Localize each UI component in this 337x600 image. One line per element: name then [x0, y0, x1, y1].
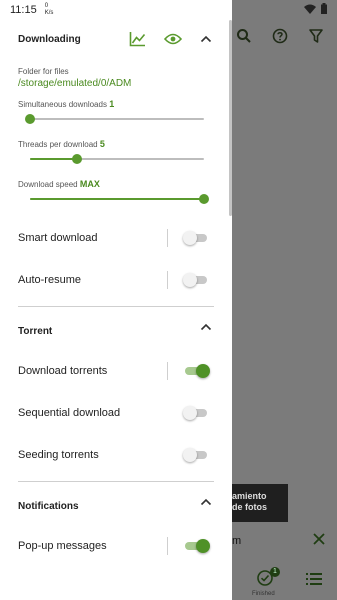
- download-speed-slider[interactable]: [30, 189, 209, 209]
- list-icon[interactable]: [306, 572, 322, 586]
- filter-icon[interactable]: [308, 28, 324, 44]
- row-separator: [167, 537, 168, 555]
- search-icon[interactable]: [236, 28, 252, 44]
- download-torrents-label: Download torrents: [18, 365, 108, 377]
- chevron-up-icon[interactable]: [200, 323, 212, 331]
- download-speed-value: MAX: [79, 179, 100, 189]
- slider-fill: [30, 158, 77, 160]
- slider-thumb[interactable]: [25, 114, 35, 124]
- popup-messages-row[interactable]: Pop-up messages: [0, 525, 232, 567]
- auto-resume-switch[interactable]: [183, 273, 211, 287]
- smart-download-row[interactable]: Smart download: [0, 217, 232, 259]
- settings-drawer: Downloading Folder for files /storage/em…: [0, 0, 232, 600]
- close-icon[interactable]: [312, 532, 326, 546]
- ad-banner[interactable]: amiento de fotos: [230, 484, 288, 522]
- simultaneous-downloads-slider[interactable]: [25, 109, 204, 129]
- threads-per-download-text: Threads per download: [18, 140, 98, 149]
- chart-icon[interactable]: [129, 31, 146, 47]
- slider-thumb[interactable]: [199, 194, 209, 204]
- row-separator: [167, 229, 168, 247]
- seeding-torrents-row[interactable]: Seeding torrents: [0, 434, 232, 476]
- simultaneous-downloads-value: 1: [109, 99, 115, 109]
- download-torrents-row[interactable]: Download torrents: [0, 350, 232, 392]
- download-torrents-switch[interactable]: [183, 364, 211, 378]
- section-divider: [18, 481, 214, 482]
- status-icons: [304, 3, 327, 14]
- section-title-notifications: Notifications: [18, 500, 79, 512]
- threads-per-download-slider[interactable]: [30, 149, 204, 169]
- drawer-scrollbar[interactable]: [229, 20, 232, 216]
- folder-path[interactable]: /storage/emulated/0/ADM: [0, 78, 232, 89]
- section-title-torrent: Torrent: [18, 325, 53, 337]
- help-icon[interactable]: [272, 28, 288, 44]
- slider-track: [30, 118, 204, 120]
- status-bar: 11:15 0 K/s: [0, 0, 337, 20]
- eye-icon[interactable]: [164, 33, 182, 45]
- section-title-downloading: Downloading: [18, 33, 81, 45]
- row-separator: [167, 362, 168, 380]
- wifi-icon: [304, 4, 316, 14]
- threads-per-download-label: Threads per download 5: [0, 139, 232, 149]
- downloading-section-header[interactable]: Downloading: [0, 20, 232, 58]
- seeding-torrents-label: Seeding torrents: [18, 449, 99, 461]
- section-divider: [18, 306, 214, 307]
- smart-download-switch[interactable]: [183, 231, 211, 245]
- slider-fill: [30, 198, 204, 200]
- battery-icon: [321, 3, 327, 14]
- background-toolbar: [236, 28, 324, 44]
- bottom-navigation: 1 Finished: [232, 565, 337, 600]
- sequential-download-switch[interactable]: [183, 406, 211, 420]
- seeding-torrents-switch[interactable]: [183, 448, 211, 462]
- sequential-download-row[interactable]: Sequential download: [0, 392, 232, 434]
- torrent-section-header[interactable]: Torrent: [0, 312, 232, 350]
- net-speed: 0 K/s: [44, 3, 54, 16]
- finished-badge: 1: [270, 567, 280, 577]
- smart-download-label: Smart download: [18, 232, 98, 244]
- popup-messages-switch[interactable]: [183, 539, 211, 553]
- chevron-up-icon[interactable]: [200, 498, 212, 506]
- popup-messages-label: Pop-up messages: [18, 540, 107, 552]
- download-speed-label: Download speed MAX: [0, 179, 232, 189]
- status-time: 11:15: [10, 4, 37, 16]
- threads-per-download-value: 5: [99, 139, 105, 149]
- simultaneous-downloads-label: Simultaneous downloads 1: [0, 99, 232, 109]
- chevron-up-icon[interactable]: [200, 35, 212, 43]
- row-separator: [167, 271, 168, 289]
- finished-label: Finished: [252, 591, 275, 597]
- sequential-download-label: Sequential download: [18, 407, 121, 419]
- simultaneous-downloads-text: Simultaneous downloads: [18, 100, 107, 109]
- notifications-section-header[interactable]: Notifications: [0, 487, 232, 525]
- auto-resume-row[interactable]: Auto-resume: [0, 259, 232, 301]
- ad-text-line1: amiento: [232, 491, 267, 501]
- folder-label: Folder for files: [18, 67, 69, 76]
- auto-resume-label: Auto-resume: [18, 274, 81, 286]
- download-speed-text: Download speed: [18, 180, 78, 189]
- ad-text-line2: de fotos: [232, 502, 267, 512]
- slider-thumb[interactable]: [71, 154, 82, 164]
- snackbar-text: m: [232, 535, 242, 547]
